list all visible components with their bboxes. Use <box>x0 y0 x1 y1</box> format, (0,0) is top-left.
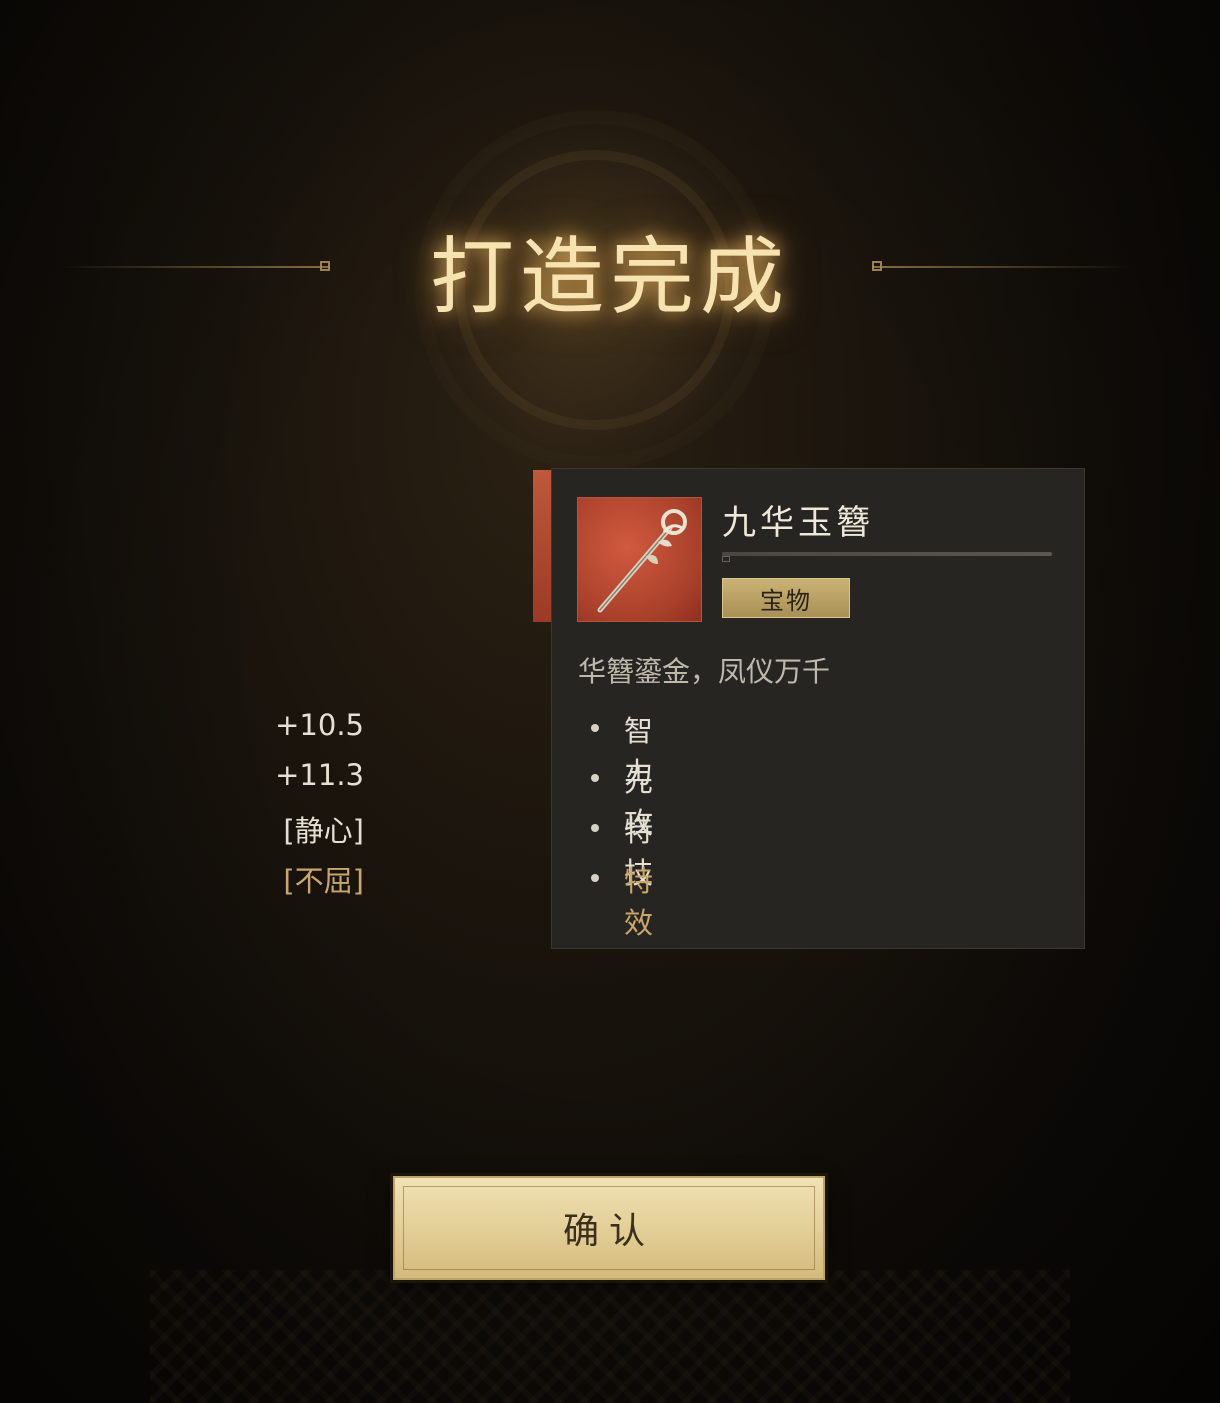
stat-row-effect: 特效 [不屈] <box>0 858 653 940</box>
item-description: 华簪鎏金，凤仪万千 <box>578 655 831 688</box>
stat-row-initiative: 先攻 +11.3 <box>0 758 653 840</box>
stat-row-skill: 特技 [静心] <box>0 808 653 890</box>
stat-value: [不屈] <box>283 864 364 898</box>
floor-pattern <box>150 1270 1070 1403</box>
bullet-icon <box>591 874 599 882</box>
stat-value: +10.5 <box>275 708 364 742</box>
stat-value: [静心] <box>283 814 364 848</box>
rarity-accent-bar <box>533 470 551 622</box>
hairpin-icon <box>597 509 687 613</box>
confirm-button[interactable]: 确认 <box>393 1176 825 1280</box>
stat-label: 特效 <box>624 864 654 940</box>
page-title: 打造完成 <box>429 228 790 326</box>
bullet-icon <box>591 774 599 782</box>
name-underline <box>722 552 1052 556</box>
item-name: 九华玉簪 <box>722 503 874 543</box>
name-underline-ornament-icon <box>722 556 730 562</box>
rarity-badge: 宝物 <box>722 578 850 618</box>
stat-row-intelligence: 智力 +10.5 <box>0 708 653 790</box>
bullet-icon <box>591 824 599 832</box>
item-icon-frame <box>577 497 702 622</box>
confirm-button-border <box>403 1186 815 1270</box>
stat-value: +11.3 <box>275 758 364 792</box>
bullet-icon <box>591 724 599 732</box>
